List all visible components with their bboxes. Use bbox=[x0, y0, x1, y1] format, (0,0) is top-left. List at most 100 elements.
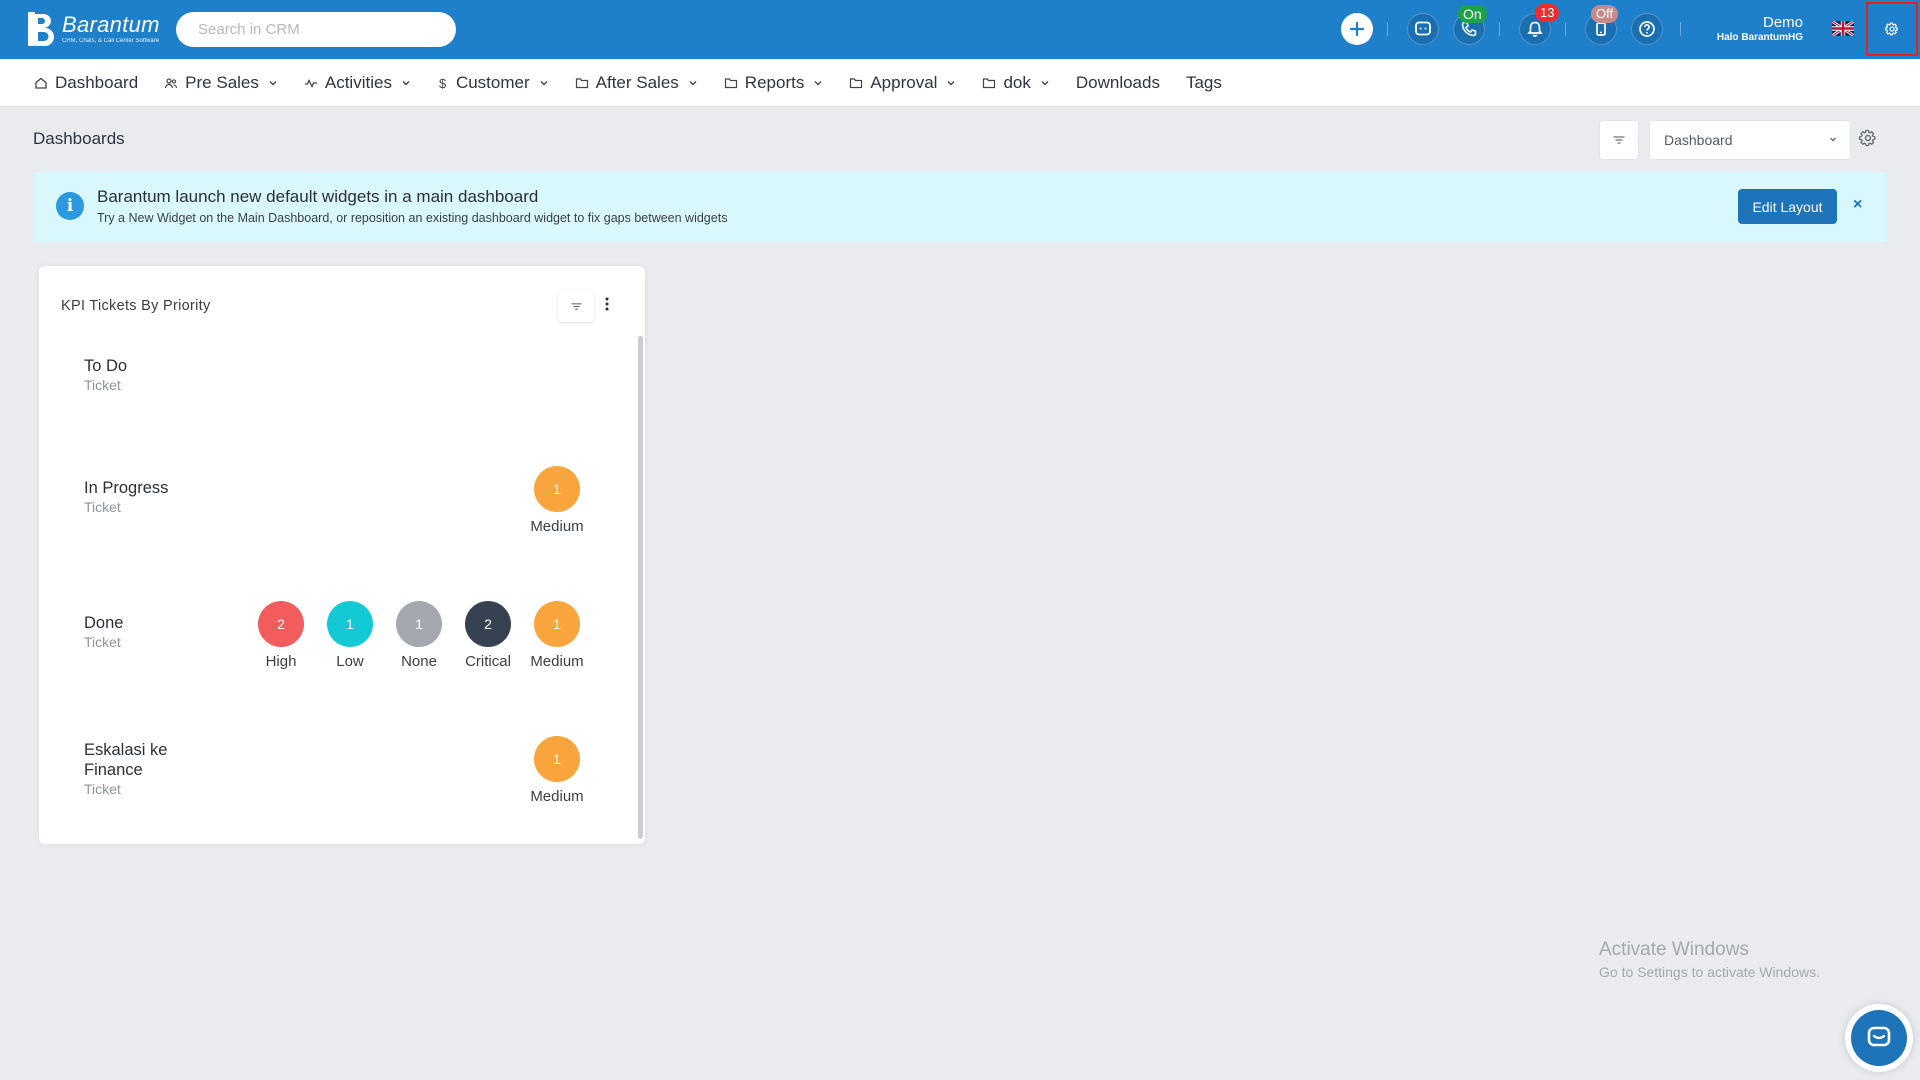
notification-count-badge: 13 bbox=[1535, 4, 1560, 22]
svg-text:$: $ bbox=[439, 76, 447, 90]
nav-item-tags[interactable]: Tags bbox=[1186, 73, 1222, 93]
nav-item-after-sales[interactable]: After Sales bbox=[575, 73, 698, 93]
help-button[interactable] bbox=[1631, 13, 1663, 45]
filter-icon bbox=[1613, 136, 1625, 144]
chat-button[interactable] bbox=[1407, 13, 1439, 45]
nav-item-label: Tags bbox=[1185, 72, 1222, 92]
nav-item-label: Downloads bbox=[1075, 72, 1160, 92]
row-subtitle: Ticket bbox=[84, 377, 121, 393]
dashboard-select[interactable]: Dashboard bbox=[1649, 120, 1851, 160]
nav-item-dok[interactable]: dok bbox=[982, 73, 1049, 93]
add-new-button[interactable] bbox=[1341, 13, 1373, 45]
gear-icon bbox=[1859, 129, 1876, 147]
nav-item-label: Reports bbox=[744, 72, 805, 92]
plus-icon bbox=[1349, 21, 1365, 37]
priority-count-none[interactable]: 1 bbox=[396, 601, 442, 647]
brand-logo[interactable]: Barantum CRM, Chats, & Call Center Softw… bbox=[26, 12, 160, 46]
bell-icon bbox=[1527, 21, 1543, 37]
toolbar-divider bbox=[1499, 22, 1500, 36]
chat-icon bbox=[1415, 21, 1431, 36]
priority-label: Medium bbox=[530, 788, 584, 805]
priority-count-low[interactable]: 1 bbox=[327, 601, 373, 647]
chevron-down-icon bbox=[946, 78, 956, 88]
phone-status-badge: On bbox=[1458, 5, 1487, 23]
banner-subtitle: Try a New Widget on the Main Dashboard, … bbox=[97, 211, 728, 225]
banner-title: Barantum launch new default widgets in a… bbox=[97, 187, 539, 206]
widget-menu-button[interactable] bbox=[605, 297, 609, 311]
widget-scrollbar[interactable] bbox=[638, 336, 643, 839]
nav-item-label: Activities bbox=[324, 72, 392, 92]
toolbar-divider bbox=[1565, 22, 1566, 36]
row-status: Eskalasi ke Finance bbox=[84, 741, 168, 779]
user-name: Demo bbox=[1762, 14, 1803, 31]
priority-label: Low bbox=[336, 653, 364, 670]
priority-label: Medium bbox=[530, 518, 584, 535]
nav-item-label: Pre Sales bbox=[185, 72, 259, 92]
row-subtitle: Ticket bbox=[84, 781, 121, 797]
priority-count-high[interactable]: 2 bbox=[258, 601, 304, 647]
user-company: Halo BarantumHG bbox=[1716, 32, 1803, 43]
priority-label: Medium bbox=[530, 653, 584, 670]
help-icon bbox=[1639, 21, 1655, 37]
page-title: Dashboards bbox=[33, 129, 125, 148]
nav-item-reports[interactable]: Reports bbox=[724, 73, 824, 93]
priority-count-medium[interactable]: 1 bbox=[534, 736, 580, 782]
row-subtitle: Ticket bbox=[84, 499, 121, 515]
dashboard-select-value: Dashboard bbox=[1664, 132, 1733, 148]
kpi-row-done: Done Ticket bbox=[84, 613, 194, 651]
dashboard-filter-button[interactable] bbox=[1599, 120, 1639, 160]
nav-item-dashboard[interactable]: Dashboard bbox=[34, 73, 138, 93]
toolbar-divider bbox=[1387, 22, 1388, 36]
announcement-banner: i Barantum launch new default widgets in… bbox=[33, 172, 1887, 242]
priority-label: High bbox=[265, 653, 297, 670]
home-icon bbox=[34, 76, 48, 90]
folder-icon bbox=[724, 76, 738, 90]
dashboard-settings-button[interactable] bbox=[1859, 129, 1877, 147]
user-menu[interactable]: Demo Halo BarantumHG bbox=[1717, 14, 1803, 44]
folder-icon bbox=[849, 76, 863, 90]
filter-icon bbox=[570, 302, 582, 310]
chevron-down-icon bbox=[268, 78, 278, 88]
support-chat-button[interactable] bbox=[1845, 1004, 1913, 1072]
widget-filter-button[interactable] bbox=[558, 290, 594, 322]
folder-icon bbox=[575, 76, 589, 90]
priority-count-critical[interactable]: 2 bbox=[465, 601, 511, 647]
top-bar: Barantum CRM, Chats, & Call Center Softw… bbox=[0, 0, 1920, 59]
activation-watermark-title: Activate Windows bbox=[1599, 939, 1749, 960]
nav-item-activities[interactable]: Activities bbox=[304, 73, 411, 93]
activation-watermark-subtitle: Go to Settings to activate Windows. bbox=[1599, 964, 1820, 980]
logo-tagline: CRM, Chats, & Call Center Software bbox=[62, 37, 160, 44]
edit-layout-button[interactable]: Edit Layout bbox=[1738, 189, 1837, 224]
folder-icon bbox=[982, 76, 996, 90]
users-icon bbox=[164, 76, 178, 90]
priority-label: None bbox=[401, 653, 437, 670]
row-status: In Progress bbox=[84, 479, 169, 497]
chevron-down-icon bbox=[1040, 78, 1050, 88]
nav-item-downloads[interactable]: Downloads bbox=[1076, 73, 1160, 93]
search-input[interactable] bbox=[176, 12, 456, 47]
agent-status-badge: Off bbox=[1591, 5, 1619, 23]
close-icon[interactable]: × bbox=[1853, 197, 1862, 213]
kpi-row-to-do: To Do Ticket bbox=[84, 356, 194, 394]
priority-count-medium[interactable]: 1 bbox=[534, 601, 580, 647]
nav-item-label: Approval bbox=[870, 72, 938, 92]
settings-button[interactable] bbox=[1866, 2, 1918, 56]
nav-item-label: Dashboard bbox=[55, 72, 139, 92]
chat-support-icon bbox=[1867, 1026, 1891, 1047]
more-vertical-icon bbox=[605, 297, 609, 311]
nav-item-pre-sales[interactable]: Pre Sales bbox=[164, 73, 278, 93]
info-icon: i bbox=[56, 192, 84, 220]
nav-item-label: After Sales bbox=[595, 72, 679, 92]
dollar-icon: $ bbox=[437, 76, 449, 90]
chevron-down-icon bbox=[813, 78, 823, 88]
nav-item-customer[interactable]: $ Customer bbox=[437, 73, 549, 93]
row-subtitle: Ticket bbox=[84, 634, 121, 650]
kpi-row-in-progress: In Progress Ticket bbox=[84, 478, 194, 516]
priority-count-medium[interactable]: 1 bbox=[534, 466, 580, 512]
uk-flag-icon[interactable] bbox=[1831, 19, 1855, 38]
nav-item-approval[interactable]: Approval bbox=[849, 73, 956, 93]
widget-title: KPI Tickets By Priority bbox=[61, 298, 211, 314]
gear-icon bbox=[1885, 22, 1898, 36]
nav-item-label: Customer bbox=[455, 72, 530, 92]
nav-item-label: dok bbox=[1003, 72, 1031, 92]
